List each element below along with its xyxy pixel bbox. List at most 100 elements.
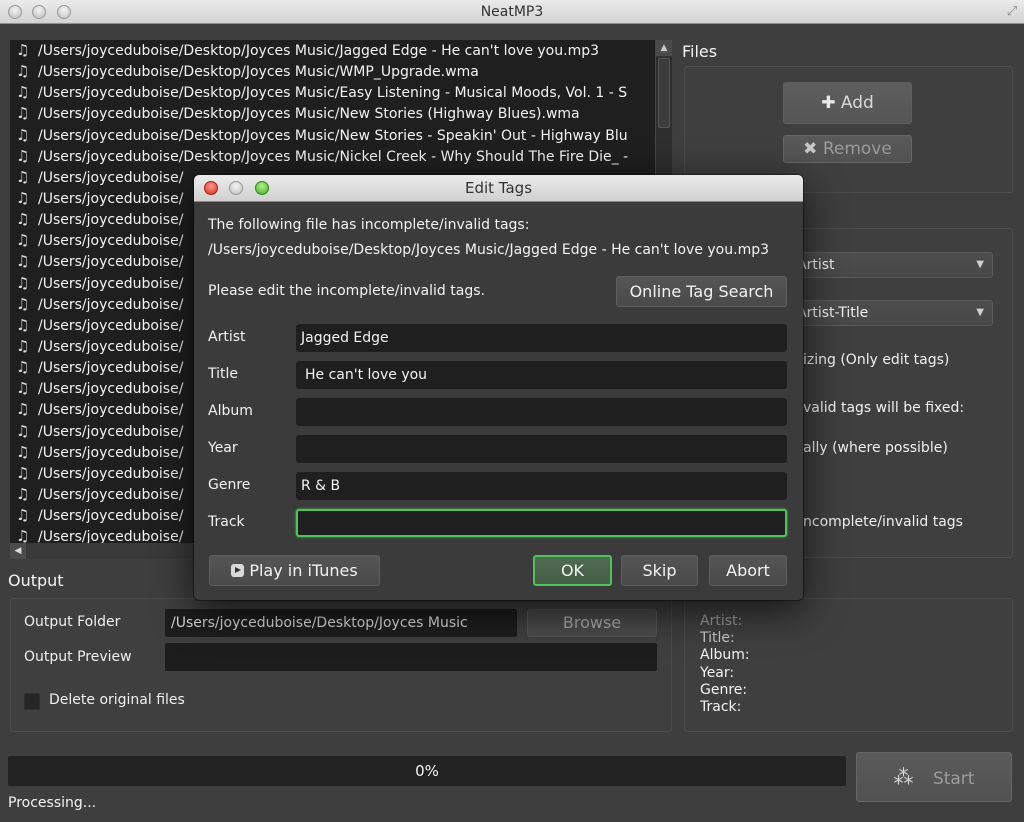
scroll-up-arrow-icon[interactable]: ▲ xyxy=(656,40,672,57)
tag-preview-lines: Artist: Title: Album: Year: Genre: Track… xyxy=(700,613,750,716)
output-folder-field[interactable]: /Users/joyceduboise/Desktop/Joyces Music xyxy=(165,609,517,637)
preview-title: Title: xyxy=(700,630,735,647)
music-note-icon: ♫ xyxy=(16,336,30,355)
music-note-icon: ♫ xyxy=(16,104,30,123)
music-note-icon: ♫ xyxy=(16,125,30,144)
music-note-icon: ♫ xyxy=(16,167,30,186)
file-path: /Users/joyceduboise/ xyxy=(38,190,184,207)
year-field[interactable] xyxy=(296,435,787,463)
zoom-window-button[interactable] xyxy=(57,5,71,19)
music-note-icon: ♫ xyxy=(16,83,30,102)
dialog-titlebar: Edit Tags xyxy=(194,175,803,202)
play-in-itunes-button[interactable]: Play in iTunes xyxy=(209,555,380,586)
year-label: Year xyxy=(208,440,238,456)
file-path: /Users/joyceduboise/ xyxy=(38,275,184,292)
fix-automatically-option[interactable]: ally (where possible) xyxy=(803,440,948,456)
file-path: /Users/joyceduboise/ xyxy=(38,169,184,186)
music-note-icon: ♫ xyxy=(16,210,30,229)
music-note-icon: ♫ xyxy=(16,442,30,461)
start-button-label: Start xyxy=(932,769,975,789)
remove-x-icon: ✖ xyxy=(803,139,818,159)
window-title: NeatMP3 xyxy=(480,4,544,20)
dialog-title: Edit Tags xyxy=(464,179,533,197)
start-button[interactable]: ⁂ Start xyxy=(856,752,1012,802)
music-note-icon: ♫ xyxy=(16,358,30,377)
music-note-icon: ♫ xyxy=(16,41,30,59)
dialog-zoom-button[interactable] xyxy=(255,181,269,195)
abort-button[interactable]: Abort xyxy=(709,555,787,586)
file-list-item[interactable]: ♫ /Users/joyceduboise/Desktop/Joyces Musi… xyxy=(10,125,655,146)
music-note-icon: ♫ xyxy=(16,379,30,398)
output-section-title: Output xyxy=(8,571,64,590)
scrollbar-thumb[interactable] xyxy=(658,58,670,128)
add-button[interactable]: ✚ Add xyxy=(783,82,912,124)
music-note-icon: ♫ xyxy=(16,506,30,525)
title-label: Title xyxy=(208,366,239,382)
music-note-icon: ♫ xyxy=(16,62,30,81)
file-list-item[interactable]: ♫ /Users/joyceduboise/Desktop/Joyces Musi… xyxy=(10,40,655,61)
file-path: /Users/joyceduboise/ xyxy=(38,423,184,440)
file-path: /Users/joyceduboise/Desktop/Joyces Music… xyxy=(38,85,628,102)
track-field[interactable] xyxy=(296,509,787,537)
file-path: /Users/joyceduboise/ xyxy=(38,338,184,355)
status-text: Processing... xyxy=(8,795,97,811)
edit-tags-dialog: Edit Tags The following file has incompl… xyxy=(194,175,803,600)
file-path: /Users/joyceduboise/ xyxy=(38,465,184,482)
output-folder-label: Output Folder xyxy=(24,614,121,630)
online-tag-search-button[interactable]: Online Tag Search xyxy=(616,276,787,307)
music-note-icon: ♫ xyxy=(16,400,30,419)
fix-manually-option[interactable]: ncomplete/invalid tags xyxy=(803,514,963,530)
file-path: /Users/joyceduboise/Desktop/Joyces Music… xyxy=(38,106,580,123)
fullscreen-icon[interactable]: ⤢ xyxy=(1004,4,1020,20)
file-list-item[interactable]: ♫ /Users/joyceduboise/Desktop/Joyces Musi… xyxy=(10,61,655,82)
music-note-icon: ♫ xyxy=(16,421,30,440)
file-path: /Users/joyceduboise/ xyxy=(38,296,184,313)
file-path: /Users/joyceduboise/ xyxy=(38,508,184,525)
browse-button[interactable]: Browse xyxy=(527,609,657,637)
file-path: /Users/joyceduboise/ xyxy=(38,233,184,250)
chevron-down-icon: ▼ xyxy=(976,307,984,318)
scroll-left-arrow-icon[interactable]: ◀ xyxy=(10,543,26,559)
music-note-icon: ♫ xyxy=(16,146,30,165)
file-path: /Users/joyceduboise/ xyxy=(38,444,184,461)
genre-field[interactable]: R & B xyxy=(296,472,787,500)
music-note-icon: ♫ xyxy=(16,315,30,334)
delete-original-files-label: Delete original files xyxy=(49,692,185,708)
folder-structure-select[interactable]: Artist ▼ xyxy=(790,252,993,278)
close-window-button[interactable] xyxy=(8,5,22,19)
minimize-window-button[interactable] xyxy=(32,5,46,19)
remove-button[interactable]: ✖ Remove xyxy=(783,135,912,163)
files-section-title: Files xyxy=(682,42,718,61)
add-button-label: Add xyxy=(840,93,874,113)
genre-label: Genre xyxy=(208,477,251,493)
title-field[interactable]: He can't love you xyxy=(296,361,787,389)
dialog-file-path: /Users/joyceduboise/Desktop/Joyces Music… xyxy=(208,242,770,258)
dialog-minimize-button[interactable] xyxy=(229,181,243,195)
dialog-close-button[interactable] xyxy=(204,181,218,195)
tags-fixed-label: valid tags will be fixed: xyxy=(803,400,965,416)
filename-pattern-value: Artist-Title xyxy=(797,305,869,321)
artist-label: Artist xyxy=(208,329,246,345)
preview-year: Year: xyxy=(700,664,735,681)
delete-original-files-checkbox[interactable] xyxy=(24,693,40,710)
plus-icon: ✚ xyxy=(821,93,836,113)
music-note-icon: ♫ xyxy=(16,273,30,292)
file-path: /Users/joyceduboise/ xyxy=(38,381,184,398)
only-edit-tags-option[interactable]: izing (Only edit tags) xyxy=(803,352,949,368)
preview-track: Track: xyxy=(700,699,742,716)
file-path: /Users/joyceduboise/Desktop/Joyces Music… xyxy=(38,148,629,165)
album-field[interactable] xyxy=(296,398,787,426)
play-icon xyxy=(231,564,245,577)
remove-button-label: Remove xyxy=(822,139,892,159)
skip-button[interactable]: Skip xyxy=(621,555,698,586)
ok-button[interactable]: OK xyxy=(533,555,612,586)
file-list-item[interactable]: ♫ /Users/joyceduboise/Desktop/Joyces Musi… xyxy=(10,103,655,124)
play-in-itunes-label: Play in iTunes xyxy=(249,561,358,580)
file-path: /Users/joyceduboise/ xyxy=(38,212,184,229)
file-path: /Users/joyceduboise/ xyxy=(38,486,184,503)
artist-field[interactable]: Jagged Edge xyxy=(296,324,787,352)
file-list-item[interactable]: ♫ /Users/joyceduboise/Desktop/Joyces Musi… xyxy=(10,146,655,167)
file-list-item[interactable]: ♫ /Users/joyceduboise/Desktop/Joyces Musi… xyxy=(10,82,655,103)
output-preview-field[interactable] xyxy=(165,643,657,671)
filename-pattern-select[interactable]: Artist-Title ▼ xyxy=(790,300,993,326)
